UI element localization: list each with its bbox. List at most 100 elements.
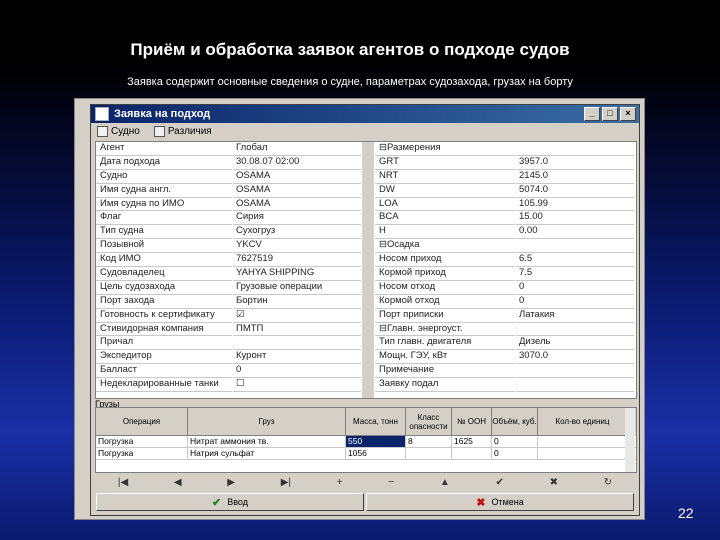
property-value[interactable]: Куронт (233, 350, 361, 365)
property-value[interactable]: 3957.0 (516, 155, 634, 170)
navigator-button[interactable]: ✔ (495, 477, 503, 489)
table-cell[interactable]: 8 (406, 436, 452, 447)
navigator-button[interactable]: ◀ (174, 477, 182, 489)
differences-icon (153, 125, 165, 137)
property-label: Кормой приход (375, 267, 515, 281)
property-label: ⊟Главн. энергоуст. (375, 323, 515, 337)
navigator-button[interactable]: |◀ (118, 477, 128, 489)
column-header[interactable]: Класс опасности (406, 408, 452, 436)
property-value[interactable]: 3070.0 (516, 350, 634, 365)
property-value[interactable]: Сирия (233, 211, 361, 226)
navigator-button[interactable]: ↻ (604, 477, 612, 489)
table-cell[interactable]: 1056 (346, 448, 406, 459)
property-value[interactable]: ☐ (233, 378, 361, 393)
table-cell[interactable] (538, 448, 628, 459)
record-navigator: |◀ ◀ ▶ ▶| + − ▲ ✔ ✖ ↻ (95, 477, 635, 489)
table-cell[interactable]: Погрузка (96, 448, 188, 459)
navigator-button[interactable]: ✖ (550, 477, 558, 489)
left-scrollbar[interactable] (362, 142, 374, 398)
property-label: Флаг (96, 211, 232, 226)
table-row[interactable]: Погрузка Натрия сульфат 1056 0 (96, 448, 636, 460)
app-icon (95, 107, 109, 121)
property-label: H (375, 225, 515, 240)
property-value[interactable]: 2145.0 (516, 169, 634, 184)
property-value[interactable]: Грузовые операции (233, 280, 361, 295)
property-value[interactable]: Глобал (233, 142, 361, 156)
column-header[interactable]: № ООН (452, 408, 492, 436)
property-value[interactable] (516, 322, 634, 337)
navigator-button[interactable]: ▶ (227, 477, 235, 489)
property-value[interactable]: Дизель (516, 336, 634, 351)
property-value[interactable]: 0.00 (516, 225, 634, 240)
table-cell[interactable]: 1625 (452, 436, 492, 447)
close-button[interactable]: × (620, 107, 636, 121)
slide-number: 22 (678, 505, 694, 521)
title-bar[interactable]: Заявка на подход _ □ × (91, 105, 639, 123)
property-value[interactable] (516, 378, 634, 393)
property-label: Экспедитор (96, 350, 232, 365)
property-value[interactable]: 7627519 (233, 253, 361, 268)
property-value[interactable] (516, 364, 634, 379)
property-value[interactable]: 0 (516, 294, 634, 309)
property-value[interactable]: 6.5 (516, 253, 634, 268)
ok-button[interactable]: ✔ Ввод (96, 493, 364, 511)
property-value[interactable]: 15.00 (516, 211, 634, 226)
maximize-button[interactable]: □ (602, 107, 618, 121)
left-values: Глобал 30.08.07 02:00 OSAMA OSAMA OSAMA Сирия… (233, 142, 361, 393)
property-value[interactable]: ☑ (233, 308, 361, 323)
property-value[interactable]: 30.08.07 02:00 (233, 155, 361, 170)
menu-item-vessel[interactable]: Судно (97, 125, 140, 137)
column-header[interactable]: Груз (188, 408, 346, 436)
property-value[interactable]: YAHYA SHIPPING (233, 267, 361, 281)
property-value[interactable]: 0 (233, 364, 361, 379)
property-value[interactable]: OSAMA (233, 169, 361, 184)
table-cell[interactable]: Погрузка (96, 436, 188, 447)
column-header[interactable]: Операция (96, 408, 188, 436)
property-value[interactable] (516, 239, 634, 254)
table-row[interactable]: Погрузка Нитрат аммония тв. 550 8 1625 0 (96, 436, 636, 448)
cargo-table: Операция Груз Масса, тонн Класс опасности № … (95, 407, 637, 473)
property-value[interactable]: Латакия (516, 308, 634, 323)
property-value[interactable]: Сухогруз (233, 225, 361, 240)
property-value[interactable]: ПМТП (233, 322, 361, 337)
property-value[interactable]: 105.99 (516, 197, 634, 212)
navigator-button[interactable]: + (337, 477, 343, 489)
table-cell[interactable]: Натрия сульфат (188, 448, 346, 459)
table-cell[interactable]: 0 (492, 436, 538, 447)
navigator-button[interactable]: ▲ (440, 477, 450, 489)
column-header[interactable]: Масса, тонн (346, 408, 406, 436)
property-label: Цель судозахода (96, 281, 232, 295)
property-value[interactable] (516, 142, 634, 156)
property-value[interactable]: 0 (516, 280, 634, 295)
property-value[interactable]: 5074.0 (516, 183, 634, 198)
table-cell[interactable]: Нитрат аммония тв. (188, 436, 346, 447)
property-label: ⊟Осадка (375, 239, 515, 254)
column-header[interactable]: Кол-во единиц (538, 408, 628, 436)
navigator-button[interactable]: − (388, 477, 394, 489)
table-cell[interactable]: 0 (492, 448, 538, 459)
property-value[interactable]: OSAMA (233, 183, 361, 198)
menu-item-differences[interactable]: Различия (153, 125, 212, 137)
property-value[interactable] (233, 336, 361, 351)
table-cell[interactable] (538, 436, 628, 447)
property-label: Носом приход (375, 253, 515, 268)
property-value[interactable]: Бортин (233, 294, 361, 309)
table-cell[interactable] (406, 448, 452, 459)
navigator-button[interactable]: ▶| (281, 477, 291, 489)
table-scrollbar[interactable] (625, 408, 635, 472)
dialog-window: Заявка на подход _ □ × Судно Различия Аг… (90, 104, 640, 516)
property-label: Имя судна англ. (96, 184, 232, 198)
column-header[interactable]: Объём, куб. (492, 408, 538, 436)
left-labels: Агент Дата подхода Судно Имя судна англ. Имя… (96, 142, 232, 393)
property-label: Недекларированные танки (96, 378, 232, 393)
property-label: Судовладелец (96, 267, 232, 281)
cancel-button[interactable]: ✖ Отмена (366, 493, 634, 511)
property-value[interactable]: YKCV (233, 239, 361, 254)
property-value[interactable]: OSAMA (233, 197, 361, 212)
property-value[interactable]: 7.5 (516, 267, 634, 281)
table-cell[interactable] (452, 448, 492, 459)
table-cell[interactable]: 550 (346, 436, 406, 447)
minimize-button[interactable]: _ (584, 107, 600, 121)
property-label: Позывной (96, 239, 232, 254)
check-icon: ✔ (212, 496, 222, 509)
